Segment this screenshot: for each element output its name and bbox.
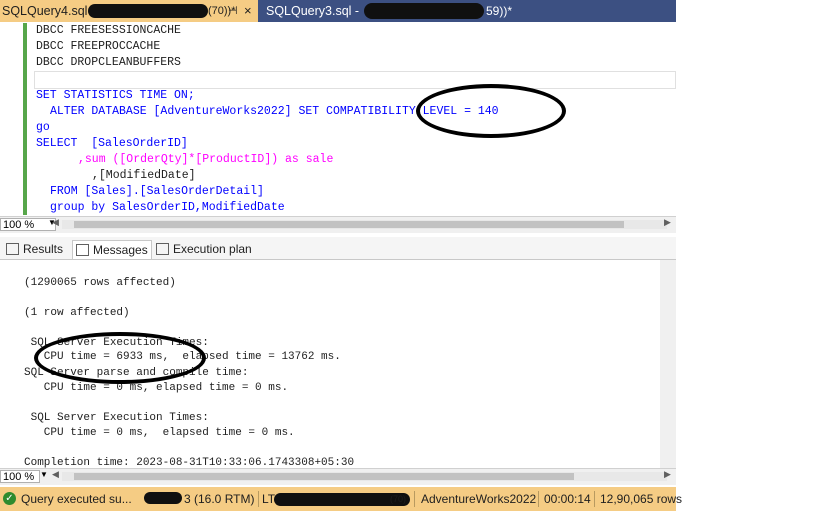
message-rows-affected: (1290065 rows affected) — [24, 277, 176, 289]
editor-zoom-bar: 100 % ▼ ◀ ▶ — [0, 216, 676, 233]
grid-icon — [6, 242, 19, 255]
results-zoom-select[interactable]: 100 % — [0, 470, 40, 483]
success-check-icon: ✓ — [3, 492, 16, 505]
code-line-group-by: group by SalesOrderID,ModifiedDate — [50, 201, 285, 214]
results-horizontal-scrollbar[interactable] — [62, 472, 667, 481]
chevron-down-icon[interactable]: ▼ — [40, 470, 48, 479]
tab-sqlquery4[interactable]: SQLQuery4.sql (70))* ⊣ × — [0, 0, 258, 22]
message-cpu-time-2: CPU time = 0 ms, elapsed time = 0 ms. — [24, 427, 295, 439]
code-line-select: SELECT [SalesOrderID] — [36, 137, 188, 150]
redacted-scribble — [88, 4, 208, 18]
highlight-ellipse-cpu-time — [34, 332, 206, 384]
scroll-right-icon[interactable]: ▶ — [664, 217, 671, 228]
code-line-2: DBCC FREEPROCCACHE — [36, 40, 161, 53]
redacted-scribble — [364, 3, 484, 19]
tab-execution-plan[interactable]: Execution plan — [156, 240, 256, 258]
status-bar: ✓ Query executed su... 3 (16.0 RTM) LT (… — [0, 487, 682, 511]
scroll-left-icon[interactable]: ◀ — [52, 217, 59, 228]
tab-sqlquery3-suffix: 59))* — [486, 4, 513, 18]
results-tab-bar: Results Messages Execution plan — [0, 237, 676, 260]
current-line-highlight — [34, 71, 676, 89]
rows-count: 12,90,065 rows — [600, 492, 683, 506]
message-row-affected: (1 row affected) — [24, 307, 130, 319]
code-line-set-statistics: SET STATISTICS TIME ON; — [36, 89, 195, 102]
message-parse-cpu-time: CPU time = 0 ms, elapsed time = 0 ms. — [24, 382, 289, 394]
elapsed-time: 00:00:14 — [544, 492, 591, 506]
messages-icon — [76, 243, 89, 256]
code-line-1: DBCC FREESESSIONCACHE — [36, 24, 181, 37]
code-line-go: go — [36, 121, 50, 134]
message-exec-times-header-2: SQL Server Execution Times: — [24, 412, 209, 424]
messages-vertical-scrollbar[interactable] — [660, 260, 676, 468]
tab-sqlquery4-label: SQLQuery4.sql — [2, 4, 88, 18]
code-line-modifieddate: ,[ModifiedDate] — [92, 169, 196, 182]
highlight-ellipse-compat-level — [416, 84, 566, 138]
pin-icon[interactable]: ⊣ — [228, 0, 238, 22]
user-suffix: (70) — [390, 494, 407, 504]
code-line-from: FROM [Sales].[SalesOrderDetail] — [50, 185, 264, 198]
scroll-left-icon[interactable]: ◀ — [52, 469, 59, 480]
scroll-right-icon[interactable]: ▶ — [664, 469, 671, 480]
redacted-scribble — [144, 492, 182, 504]
results-zoom-bar: 100 % ▼ ◀ ▶ — [0, 468, 676, 485]
code-line-sum: ,sum ([OrderQty]*[ProductID]) as sale — [78, 153, 334, 166]
server-version: 3 (16.0 RTM) — [184, 492, 255, 506]
editor-horizontal-scrollbar[interactable] — [62, 220, 667, 229]
tab-results[interactable]: Results — [6, 240, 66, 258]
tab-sqlquery3-label: SQLQuery3.sql - — [266, 4, 360, 18]
close-icon[interactable]: × — [244, 0, 252, 22]
database-name: AdventureWorks2022 — [421, 492, 537, 506]
results-scroll-thumb[interactable] — [74, 473, 574, 480]
tab-sqlquery3[interactable]: SQLQuery3.sql - 59))* — [260, 0, 560, 22]
code-line-3: DBCC DROPCLEANBUFFERS — [36, 56, 181, 69]
change-tracking-bar — [23, 23, 27, 215]
execution-plan-icon — [156, 242, 169, 255]
query-status: Query executed su... — [21, 492, 132, 506]
editor-scroll-thumb[interactable] — [74, 221, 624, 228]
tab-messages[interactable]: Messages — [72, 240, 152, 259]
